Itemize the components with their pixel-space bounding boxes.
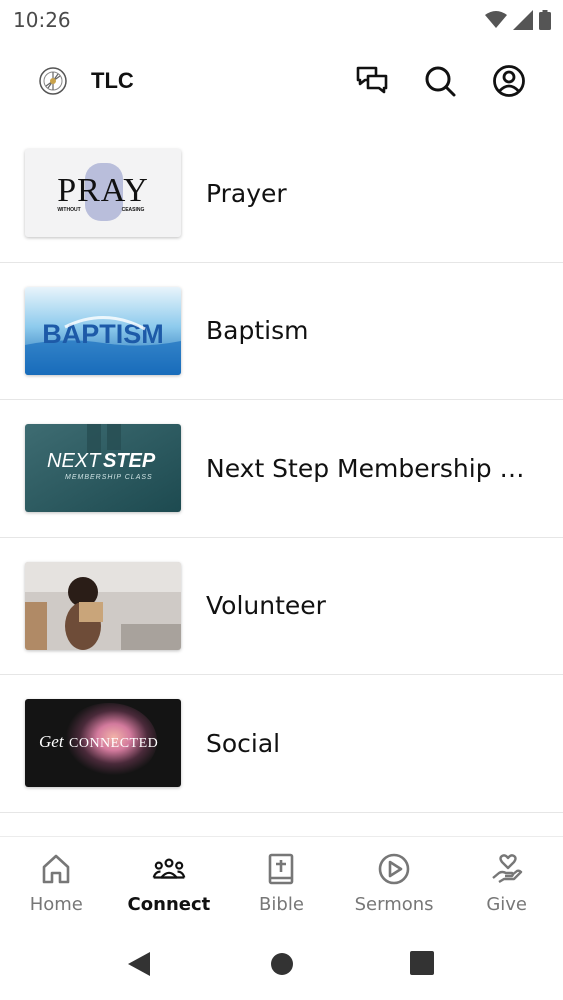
nav-home[interactable]: Home <box>0 837 113 932</box>
app-title: TLC <box>91 68 134 93</box>
back-triangle-icon <box>128 952 150 976</box>
social-thumb-word-b: CONNECTED <box>69 736 158 751</box>
list-item-label: Next Step Membership Class <box>206 453 533 483</box>
recents-button[interactable] <box>410 951 434 975</box>
system-nav-bar <box>0 932 563 1000</box>
volunteer-image <box>25 561 181 650</box>
social-thumb-word-a: Get <box>39 732 65 751</box>
nav-give[interactable]: Give <box>450 837 563 932</box>
play-circle-icon <box>377 852 411 886</box>
home-icon <box>39 852 73 886</box>
account-circle-icon <box>493 65 525 97</box>
messages-button[interactable] <box>354 63 390 99</box>
svg-text:WITHOUT: WITHOUT <box>57 207 80 213</box>
church-logo-icon <box>39 67 67 95</box>
prayer-thumbnail: PRAY WITHOUT CEASING <box>25 149 181 238</box>
next-step-image: NEXT STEP MEMBERSHIP CLASS <box>25 424 181 513</box>
hand-heart-icon <box>490 852 524 886</box>
status-icons <box>485 10 551 30</box>
nav-bible-label: Bible <box>259 894 304 915</box>
bible-icon <box>264 852 298 886</box>
social-thumbnail: Get CONNECTED <box>25 699 181 788</box>
status-bar: 10:26 <box>0 0 563 40</box>
people-icon <box>152 852 186 886</box>
list-item-label: Social <box>206 728 281 758</box>
nav-sermons[interactable]: Sermons <box>338 837 451 932</box>
list-item-next-step[interactable]: NEXT STEP MEMBERSHIP CLASS Next Step Mem… <box>0 400 563 538</box>
next-step-thumb-word-b: STEP <box>103 450 156 472</box>
nav-connect[interactable]: Connect <box>113 837 226 932</box>
nav-sermons-label: Sermons <box>354 894 434 915</box>
nav-connect-label: Connect <box>127 894 211 915</box>
svg-text:MEMBERSHIP CLASS: MEMBERSHIP CLASS <box>65 474 153 481</box>
cell-signal-icon <box>513 10 533 30</box>
list-item-baptism[interactable]: BAPTISM Baptism <box>0 263 563 400</box>
home-system-button[interactable] <box>270 952 294 976</box>
baptism-thumb-title: BAPTISM <box>42 319 164 349</box>
list-item-label: Volunteer <box>206 591 326 621</box>
app-header: TLC <box>0 50 563 114</box>
list-item-label: Baptism <box>206 316 309 346</box>
chat-icon <box>356 66 388 94</box>
baptism-image: BAPTISM <box>25 286 181 375</box>
status-time: 10:26 <box>13 8 71 32</box>
baptism-thumbnail: BAPTISM <box>25 286 181 375</box>
bottom-nav: Home Connect Bible Sermons Give <box>0 836 563 932</box>
prayer-image: PRAY WITHOUT CEASING <box>57 163 149 222</box>
next-step-thumbnail: NEXT STEP MEMBERSHIP CLASS <box>25 424 181 513</box>
nav-bible[interactable]: Bible <box>225 837 338 932</box>
home-circle-icon <box>271 953 293 975</box>
recents-square-icon <box>410 951 434 975</box>
profile-button[interactable] <box>491 63 527 99</box>
list-item-prayer[interactable]: PRAY WITHOUT CEASING Prayer <box>0 125 563 263</box>
nav-home-label: Home <box>29 894 83 915</box>
volunteer-thumbnail <box>25 561 181 650</box>
social-image: Get CONNECTED <box>25 699 181 788</box>
next-step-thumb-word-a: NEXT <box>47 450 102 472</box>
list-item-volunteer[interactable]: Volunteer <box>0 538 563 675</box>
wifi-icon <box>485 11 507 28</box>
list-item-label: Prayer <box>206 178 287 208</box>
battery-icon <box>539 10 551 30</box>
list-item-social[interactable]: Get CONNECTED Social <box>0 675 563 813</box>
prayer-thumb-title: PRAY <box>57 172 149 209</box>
search-icon <box>425 66 456 97</box>
connect-list: PRAY WITHOUT CEASING Prayer BAPTISM Bapt… <box>0 125 563 813</box>
search-button[interactable] <box>422 63 458 99</box>
nav-give-label: Give <box>486 894 528 915</box>
back-button[interactable] <box>126 950 152 978</box>
svg-text:CEASING: CEASING <box>122 207 145 213</box>
